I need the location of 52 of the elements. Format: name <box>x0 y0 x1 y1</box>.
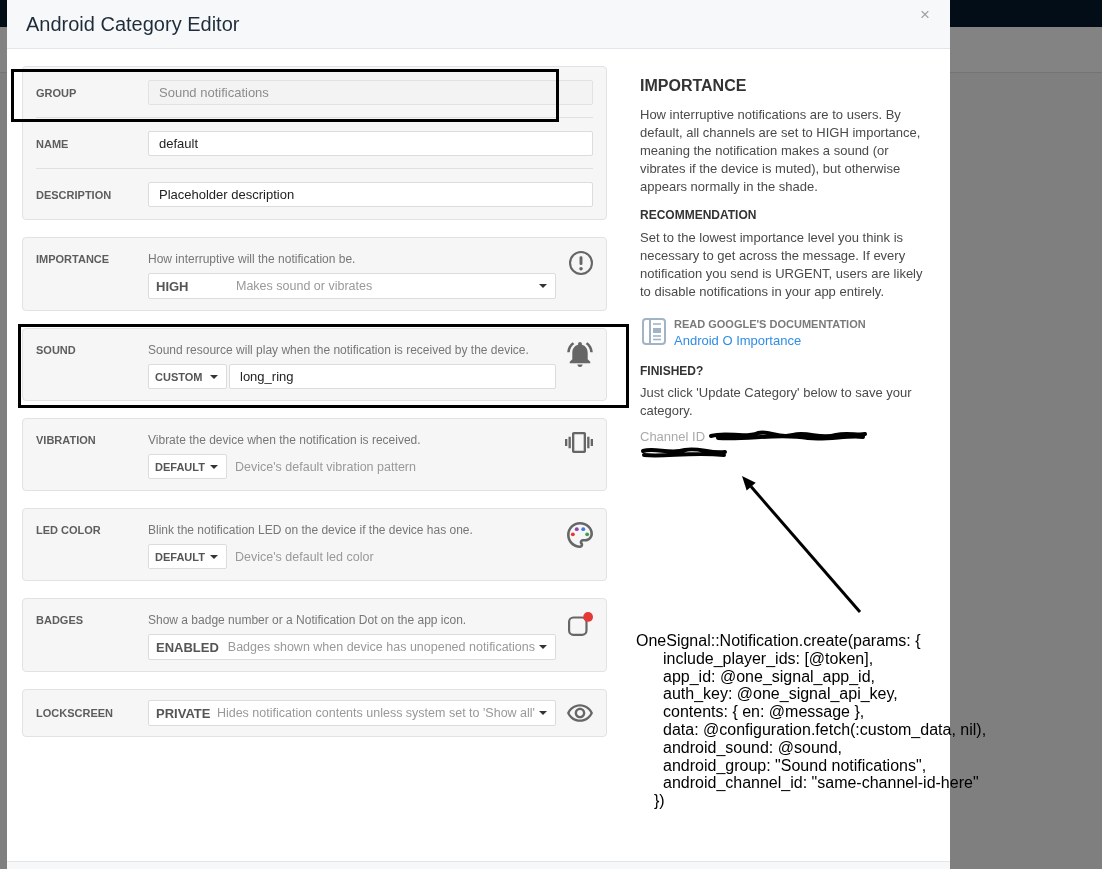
setting-description: Show a badge number or a Notification Dot on the app icon. <box>148 612 468 628</box>
text-field[interactable]: Placeholder description <box>148 182 593 207</box>
setting-description: Sound resource will play when the notification is received by the device. <box>148 342 530 358</box>
document-icon <box>642 318 666 345</box>
help-text: How interruptive notifications are to users. By default, all channels are set to HIGH importance, meaning the notification makes a sound (or vibrates if the device is muted), but otherwise appears normally in the shade. <box>640 106 922 196</box>
dropdown[interactable]: CUSTOM <box>148 364 227 389</box>
dropdown[interactable]: DEFAULT <box>148 544 227 569</box>
app-badge-icon <box>568 612 593 636</box>
vibrating-phone-icon <box>565 432 593 453</box>
code-line: android_channel_id: "same-channel-id-here" <box>663 774 979 793</box>
setting-note: Device's default vibration pattern <box>235 459 416 474</box>
dropdown[interactable]: ENABLED Badges shown when device has unopened notifications <box>148 634 556 660</box>
code-line: contents: { en: @message }, <box>663 703 865 721</box>
help-heading: IMPORTANCE <box>640 76 747 96</box>
code-line: auth_key: @one_signal_api_key, <box>663 685 898 704</box>
field-label: NAME <box>36 137 70 150</box>
setting-label: LOCKSCREEN <box>36 706 114 721</box>
bell-icon <box>567 342 593 367</box>
code-line: android_sound: @sound, <box>663 738 843 757</box>
help-subheading: FINISHED? <box>640 363 704 379</box>
alert-icon <box>569 251 593 275</box>
code-line: android_group: "Sound notifications", <box>663 756 927 775</box>
palette-icon <box>567 522 593 548</box>
setting-description: How interruptive will the notification be. <box>148 251 357 267</box>
code-line: OneSignal::Notification.create(params: { <box>636 632 921 650</box>
code-line: include_player_ids: [@token], <box>663 649 874 668</box>
channel-id-label: Channel ID <box>640 429 706 444</box>
setting-label: BADGES <box>36 613 85 628</box>
help-text: Set to the lowest importance level you think is necessary to get across the message. If every notification you send is URGENT, users are likely to disable notifications in your app entirely. <box>640 229 924 301</box>
setting-description: Blink the notification LED on the device if the device has one. <box>148 522 474 538</box>
setting-label: VIBRATION <box>36 433 97 448</box>
eye-icon <box>567 704 593 722</box>
code-line: app_id: @one_signal_app_id, <box>663 667 875 686</box>
dropdown[interactable]: DEFAULT <box>148 454 227 479</box>
text-field[interactable]: default <box>148 131 593 156</box>
text-field[interactable]: long_ring <box>229 364 556 389</box>
setting-note: Device's default led color <box>235 549 374 564</box>
help-text: Just click 'Update Category' below to save your category. <box>640 384 913 420</box>
code-line: data: @configuration.fetch(:custom_data, nil), <box>663 721 987 739</box>
code-line: }) <box>654 792 665 810</box>
documentation-link[interactable]: Android O Importance <box>674 332 802 350</box>
setting-label: IMPORTANCE <box>36 252 111 267</box>
dialog-title: Android Category Editor <box>26 12 240 36</box>
field-label: GROUP <box>36 86 78 99</box>
field-label: DESCRIPTION <box>36 188 113 201</box>
setting-description: Vibrate the device when the notification is received. <box>148 432 422 448</box>
dropdown[interactable]: PRIVATE Hides notification contents unless system set to 'Show all' <box>148 700 556 726</box>
documentation-caption: READ GOOGLE'S DOCUMENTATION <box>674 317 866 331</box>
setting-label: SOUND <box>36 343 77 358</box>
dropdown[interactable]: HIGH Makes sound or vibrates <box>148 273 556 299</box>
setting-label: LED COLOR <box>36 523 102 538</box>
help-subheading: RECOMMENDATION <box>640 207 757 223</box>
